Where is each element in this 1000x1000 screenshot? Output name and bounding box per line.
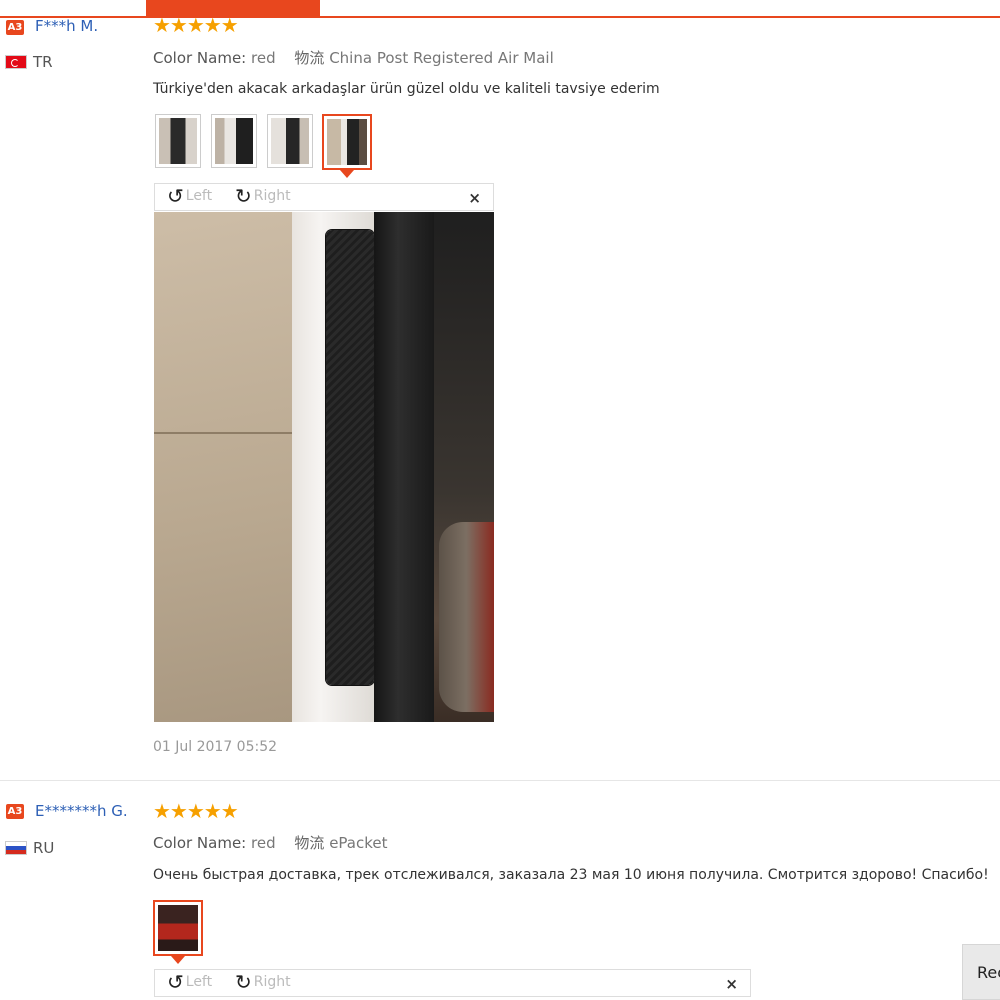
review-text: Türkiye'den akacak arkadaşlar ürün güzel… — [153, 81, 660, 97]
rating-stars: ★★★★★ — [153, 13, 239, 37]
review-divider — [0, 780, 1000, 781]
russia-flag-icon — [5, 841, 27, 855]
buyer-level-badge: A3 — [6, 20, 24, 35]
review-photo-thumbnail[interactable] — [267, 114, 313, 168]
turkey-flag-icon — [5, 55, 27, 69]
rotate-left-icon: ↺ — [167, 970, 184, 994]
reviewer-name[interactable]: F***h M. — [35, 17, 98, 35]
rotate-left-button[interactable]: ↺ Left — [167, 972, 212, 992]
shipping-label: 物流 — [294, 834, 325, 852]
review-photo-thumbnail[interactable] — [155, 114, 201, 168]
image-viewer-toolbar: ↺ Left ↻ Right × — [154, 969, 751, 997]
rotate-right-icon: ↻ — [235, 970, 252, 994]
rotate-left-button[interactable]: ↺ Left — [167, 186, 212, 206]
reviewer-name[interactable]: E*******h G. — [35, 802, 128, 820]
rotate-left-icon: ↺ — [167, 184, 184, 208]
enlarged-review-photo — [154, 212, 494, 722]
shipping-label: 物流 — [294, 49, 325, 67]
rotate-left-label: Left — [185, 974, 213, 990]
reviewer-country: RU — [33, 839, 55, 857]
color-label: Color Name: — [153, 49, 247, 67]
reviewer-country: TR — [33, 53, 53, 71]
review-photo-thumbnail-selected[interactable] — [322, 114, 372, 170]
rotate-right-button[interactable]: ↻ Right — [235, 972, 291, 992]
rating-stars: ★★★★★ — [153, 799, 239, 823]
selected-thumbnail-caret — [340, 170, 354, 178]
top-tab-bar — [0, 0, 1000, 18]
rotate-left-label: Left — [185, 188, 213, 204]
order-info: Color Name: red 物流 ePacket — [153, 832, 388, 853]
order-info: Color Name: red 物流 China Post Registered… — [153, 47, 554, 68]
review-photo-thumbnail[interactable] — [211, 114, 257, 168]
close-viewer-icon[interactable]: × — [725, 975, 738, 993]
recommend-side-button[interactable]: Rec — [962, 944, 1000, 1000]
selected-thumbnail-caret — [171, 956, 185, 964]
rotate-right-icon: ↻ — [235, 184, 252, 208]
review-photo-thumbnail-selected[interactable] — [153, 900, 203, 956]
rotate-right-label: Right — [253, 974, 291, 990]
color-value: red — [251, 49, 276, 67]
rotate-right-label: Right — [253, 188, 291, 204]
color-value: red — [251, 834, 276, 852]
rotate-right-button[interactable]: ↻ Right — [235, 186, 291, 206]
color-label: Color Name: — [153, 834, 247, 852]
review-text: Очень быстрая доставка, трек отслеживалс… — [153, 867, 989, 883]
buyer-level-badge: A3 — [6, 804, 24, 819]
shipping-value: China Post Registered Air Mail — [329, 49, 554, 67]
shipping-value: ePacket — [329, 834, 388, 852]
review-date: 01 Jul 2017 05:52 — [153, 739, 278, 755]
image-viewer-toolbar: ↺ Left ↻ Right × — [154, 183, 494, 211]
close-viewer-icon[interactable]: × — [468, 189, 481, 207]
